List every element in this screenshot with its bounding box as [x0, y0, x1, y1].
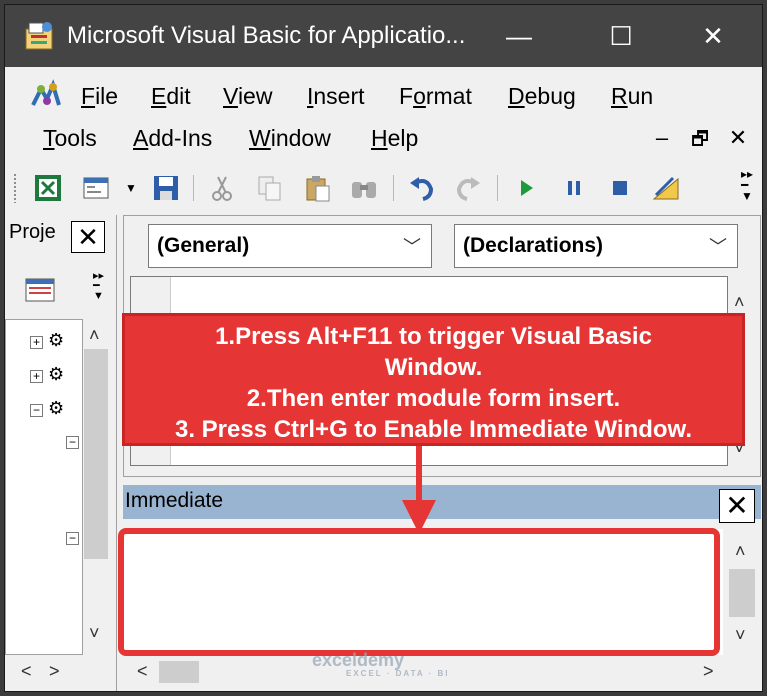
- chevron-up-icon[interactable]: ˄: [734, 292, 745, 313]
- chevron-right-icon[interactable]: >: [703, 661, 714, 682]
- vbaproject-icon[interactable]: ⚙: [48, 330, 64, 351]
- object-dropdown[interactable]: (General) ﹀: [148, 224, 432, 268]
- vba-menu-icon[interactable]: [29, 79, 63, 113]
- mdi-restore-button[interactable]: 🗗: [687, 125, 713, 157]
- menu-window[interactable]: Window: [249, 125, 331, 152]
- menu-help[interactable]: Help: [371, 125, 418, 152]
- undo-icon[interactable]: [407, 173, 437, 203]
- immediate-close-button[interactable]: ✕: [719, 489, 755, 523]
- menu-format[interactable]: Format: [399, 83, 472, 110]
- insert-module-icon[interactable]: [81, 173, 111, 203]
- toolbar-separator: [393, 175, 394, 201]
- chevron-left-icon[interactable]: <: [137, 661, 148, 682]
- chevron-left-icon[interactable]: <: [21, 661, 32, 682]
- copy-icon[interactable]: [255, 173, 285, 203]
- toolbar-overflow-icon[interactable]: ▸▸ ━ ▼: [741, 168, 753, 202]
- vbaproject-icon[interactable]: ⚙: [48, 398, 64, 419]
- instruction-line-2: Window.: [384, 354, 483, 381]
- standard-toolbar: ▼ ▸▸ ━ ▼: [5, 165, 762, 211]
- callout-arrow: [416, 446, 422, 508]
- view-object-icon[interactable]: [25, 277, 55, 303]
- collapse-icon[interactable]: −: [30, 404, 43, 417]
- instruction-line-1: 1.Press Alt+F11 to trigger Visual Basic: [215, 323, 652, 350]
- menu-debug[interactable]: Debug: [508, 83, 576, 110]
- break-icon[interactable]: [559, 173, 589, 203]
- scroll-thumb[interactable]: [159, 661, 199, 683]
- paste-icon[interactable]: [303, 173, 333, 203]
- menu-tools[interactable]: Tools: [43, 125, 97, 152]
- scroll-thumb[interactable]: [729, 569, 755, 617]
- redo-icon[interactable]: [453, 173, 483, 203]
- menu-add-ins[interactable]: Add-Ins: [133, 125, 212, 152]
- procedure-dropdown[interactable]: (Declarations) ﹀: [454, 224, 738, 268]
- project-tree[interactable]: + ⚙ + ⚙ − ⚙ − −: [5, 319, 83, 655]
- object-dropdown-value: (General): [157, 234, 250, 257]
- project-explorer: Proje ✕ ▸▸ ━ ▼ + ⚙ + ⚙ − ⚙ − − ˄ ˅ < >: [5, 215, 117, 691]
- reset-icon[interactable]: [605, 173, 635, 203]
- toolbar-separator: [193, 175, 194, 201]
- watermark-tagline: EXCEL · DATA · BI: [346, 669, 450, 678]
- menu-file[interactable]: File: [81, 83, 118, 110]
- chevron-right-icon[interactable]: >: [49, 661, 60, 682]
- chevron-up-icon[interactable]: ˄: [89, 325, 100, 346]
- title-bar: Microsoft Visual Basic for Applicatio...…: [5, 5, 762, 67]
- scroll-thumb[interactable]: [84, 349, 108, 559]
- collapse-icon[interactable]: −: [66, 436, 79, 449]
- save-icon[interactable]: [151, 173, 181, 203]
- chevron-down-icon[interactable]: ▼: [125, 181, 137, 195]
- run-icon[interactable]: [511, 173, 541, 203]
- immediate-vertical-scrollbar[interactable]: ˄ ˅: [725, 529, 759, 655]
- design-mode-icon[interactable]: [651, 173, 681, 203]
- chevron-down-icon[interactable]: ˅: [735, 625, 746, 646]
- close-button[interactable]: ✕: [693, 17, 733, 55]
- collapse-icon[interactable]: −: [66, 532, 79, 545]
- cut-icon[interactable]: [207, 173, 237, 203]
- immediate-title-bar: Immediate: [123, 485, 761, 519]
- chevron-down-icon[interactable]: ﹀: [709, 233, 727, 259]
- find-icon[interactable]: [349, 173, 379, 203]
- mdi-minimize-button[interactable]: –: [649, 125, 675, 151]
- maximize-button[interactable]: ☐: [601, 17, 641, 55]
- mdi-close-button[interactable]: ✕: [725, 125, 751, 151]
- menu-insert[interactable]: Insert: [307, 83, 365, 110]
- excel-icon[interactable]: [33, 173, 63, 203]
- instruction-line-3: 2.Then enter module form insert.: [246, 385, 621, 412]
- watermark-brand: exceldemy: [312, 650, 405, 670]
- vba-app-icon: [25, 22, 53, 50]
- project-tree-scrollbar[interactable]: ˄ ˅: [83, 319, 109, 655]
- menu-edit[interactable]: Edit: [151, 83, 191, 110]
- project-explorer-title: Proje: [9, 221, 56, 243]
- procedure-dropdown-value: (Declarations): [463, 234, 604, 257]
- vbaproject-icon[interactable]: ⚙: [48, 364, 64, 385]
- exceldemy-watermark: exceldemy EXCEL · DATA · BI: [312, 650, 449, 678]
- immediate-highlight-box: [118, 528, 720, 656]
- toolbar-grip[interactable]: [13, 173, 17, 203]
- chevron-down-icon[interactable]: ˅: [89, 623, 100, 644]
- chevron-up-icon[interactable]: ˄: [735, 541, 746, 562]
- instruction-line-4: 3. Press Ctrl+G to Enable Immediate Wind…: [174, 416, 693, 443]
- menu-bar: File Edit View Insert Format Debug Run T…: [5, 67, 762, 159]
- project-toolbar-overflow-icon[interactable]: ▸▸ ━ ▼: [93, 271, 104, 302]
- expand-icon[interactable]: +: [30, 336, 43, 349]
- toolbar-separator: [497, 175, 498, 201]
- expand-icon[interactable]: +: [30, 370, 43, 383]
- instruction-callout: 1.Press Alt+F11 to trigger Visual Basic …: [122, 313, 745, 446]
- menu-view[interactable]: View: [223, 83, 272, 110]
- menu-run[interactable]: Run: [611, 83, 653, 110]
- immediate-title: Immediate: [125, 489, 224, 512]
- minimize-button[interactable]: —: [499, 17, 539, 55]
- chevron-down-icon[interactable]: ﹀: [403, 233, 421, 259]
- project-close-button[interactable]: ✕: [71, 221, 105, 253]
- window-title: Microsoft Visual Basic for Applicatio...: [67, 22, 466, 49]
